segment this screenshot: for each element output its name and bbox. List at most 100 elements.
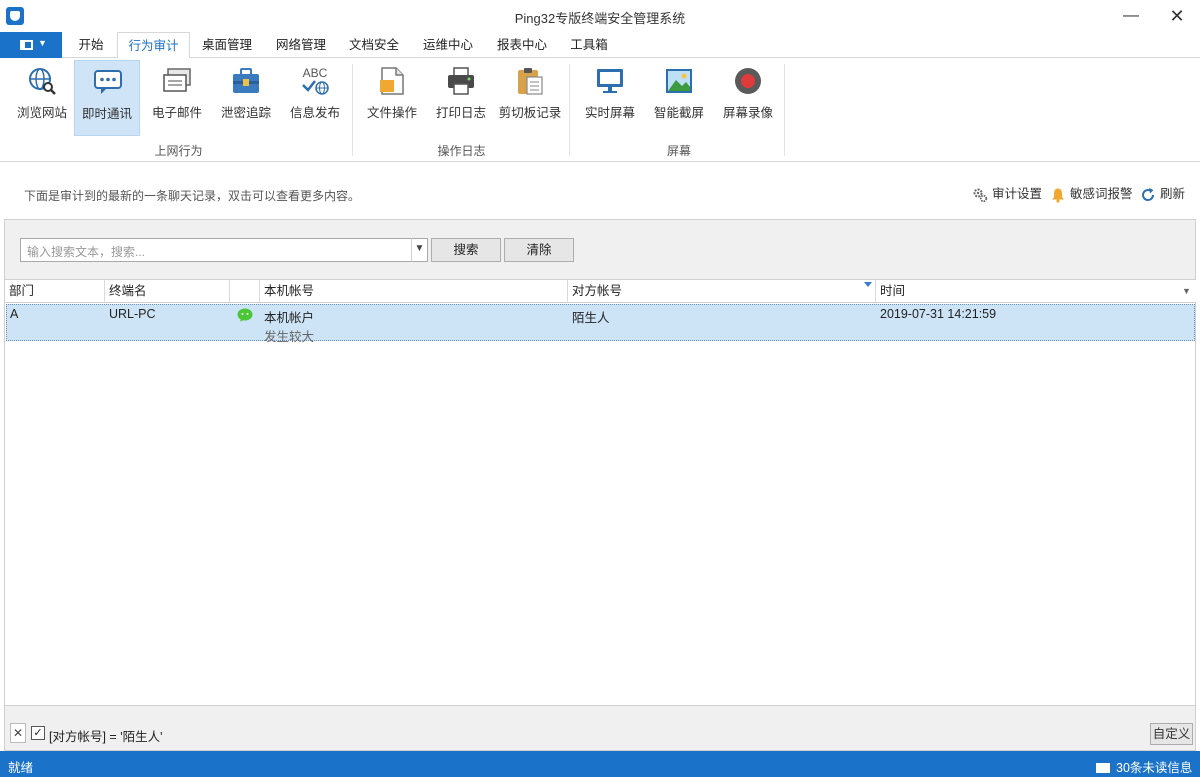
unread-messages-indicator[interactable]: 30条未读信息 bbox=[1096, 757, 1192, 776]
svg-text:ABC: ABC bbox=[303, 66, 328, 80]
ribbon: 浏览网站 即时通讯 电子邮件 泄密追踪 ABC 信息发布 上网行为 文件操作 打… bbox=[0, 58, 1200, 162]
info-publish-label: 信息发布 bbox=[289, 106, 340, 120]
chat-bubble-icon bbox=[94, 70, 122, 94]
printer-icon bbox=[448, 67, 474, 95]
menu-bar: ▼ 开始 行为审计 桌面管理 网络管理 文档安全 运维中心 报表中心 工具箱 bbox=[0, 32, 1200, 59]
browse-website-button[interactable]: 浏览网站 bbox=[9, 60, 75, 136]
search-panel: 输入搜索文本，搜索... ▼ 搜索 清除 bbox=[4, 219, 1196, 279]
file-operation-label: 文件操作 bbox=[366, 106, 417, 120]
leak-tracking-button[interactable]: 泄密追踪 bbox=[213, 60, 279, 136]
cell-terminal: URL-PC bbox=[109, 307, 156, 321]
file-menu-button[interactable]: ▼ bbox=[0, 32, 62, 58]
screen-record-button[interactable]: 屏幕录像 bbox=[715, 60, 781, 136]
menu-icon bbox=[20, 40, 33, 50]
record-icon bbox=[735, 68, 761, 94]
tab-behavior-audit[interactable]: 行为审计 bbox=[117, 32, 190, 59]
instant-messaging-label: 即时通讯 bbox=[81, 107, 132, 121]
tab-document-security[interactable]: 文档安全 bbox=[339, 32, 409, 59]
image-icon bbox=[666, 69, 692, 93]
filter-icon[interactable] bbox=[864, 282, 872, 287]
tab-report-center[interactable]: 报表中心 bbox=[486, 32, 558, 59]
column-header-local-account[interactable]: 本机帐号 bbox=[260, 280, 568, 303]
file-operation-button[interactable]: 文件操作 bbox=[359, 60, 425, 136]
customize-filter-button[interactable]: 自定义 bbox=[1150, 723, 1193, 745]
sort-desc-icon[interactable]: ▼ bbox=[1182, 280, 1191, 302]
cell-local-account: 本机帐户 bbox=[264, 311, 315, 325]
filter-expression[interactable]: [对方帐号] = '陌生人' bbox=[49, 726, 162, 745]
email-icon bbox=[163, 68, 191, 92]
audit-settings-button[interactable]: 审计设置 bbox=[972, 183, 1042, 203]
sensitive-alarm-button[interactable]: 敏感词报警 bbox=[1050, 183, 1133, 203]
minimize-button[interactable]: — bbox=[1108, 0, 1154, 32]
group-label-web-behavior: 上网行为 bbox=[154, 144, 203, 158]
tab-toolbox[interactable]: 工具箱 bbox=[560, 32, 618, 59]
cell-department: A bbox=[10, 307, 19, 321]
cell-time: 2019-07-31 14:21:59 bbox=[880, 307, 997, 321]
clear-filter-button[interactable]: ✕ bbox=[10, 723, 26, 743]
tab-network-management[interactable]: 网络管理 bbox=[265, 32, 337, 59]
message-icon bbox=[1096, 762, 1110, 773]
realtime-screen-button[interactable]: 实时屏幕 bbox=[577, 60, 643, 136]
column-header-remote-account[interactable]: 对方帐号 bbox=[568, 280, 876, 303]
instant-messaging-button[interactable]: 即时通讯 bbox=[74, 60, 140, 136]
wechat-icon bbox=[237, 308, 253, 322]
group-separator bbox=[569, 64, 570, 156]
gears-icon bbox=[973, 188, 988, 202]
info-bar: 下面是审计到的最新的一条聊天记录，双击可以查看更多内容。 审计设置 敏感词报警 … bbox=[0, 163, 1200, 219]
filter-bar: ✕ ✓ [对方帐号] = '陌生人' 自定义 bbox=[4, 705, 1196, 751]
print-log-label: 打印日志 bbox=[435, 106, 486, 120]
globe-search-icon bbox=[29, 68, 56, 95]
chevron-down-icon: ▼ bbox=[38, 38, 47, 48]
clipboard-icon bbox=[518, 68, 543, 95]
search-button[interactable]: 搜索 bbox=[431, 238, 501, 262]
column-header-terminal[interactable]: 终端名 bbox=[105, 280, 230, 303]
smart-screenshot-button[interactable]: 智能截屏 bbox=[646, 60, 712, 136]
group-label-screen: 屏幕 bbox=[666, 144, 691, 158]
refresh-label: 刷新 bbox=[1160, 187, 1186, 201]
monitor-icon bbox=[597, 69, 623, 93]
tab-desktop-management[interactable]: 桌面管理 bbox=[192, 32, 262, 59]
status-ready-text: 就绪 bbox=[8, 761, 34, 775]
cell-message-preview: 发生较大 bbox=[264, 330, 315, 344]
column-header-department[interactable]: 部门 bbox=[5, 280, 105, 303]
column-header-remote-account-label: 对方帐号 bbox=[572, 284, 623, 298]
email-label: 电子邮件 bbox=[151, 106, 202, 120]
info-publish-button[interactable]: ABC 信息发布 bbox=[282, 60, 348, 136]
abc-globe-icon: ABC bbox=[302, 66, 329, 95]
close-button[interactable]: ✕ bbox=[1154, 0, 1200, 32]
info-hint-text: 下面是审计到的最新的一条聊天记录，双击可以查看更多内容。 bbox=[24, 189, 361, 203]
file-icon bbox=[380, 67, 404, 95]
group-label-operation-log: 操作日志 bbox=[437, 144, 486, 158]
search-input[interactable]: 输入搜索文本，搜索... bbox=[20, 238, 412, 262]
clear-button[interactable]: 清除 bbox=[504, 238, 574, 262]
tab-start[interactable]: 开始 bbox=[66, 32, 116, 59]
refresh-button[interactable]: 刷新 bbox=[1140, 183, 1185, 203]
bell-icon bbox=[1052, 188, 1064, 203]
title-bar: Ping32专版终端安全管理系统 — ✕ bbox=[0, 0, 1200, 32]
refresh-icon bbox=[1142, 187, 1155, 201]
chat-record-grid: 部门 终端名 本机帐号 对方帐号 时间 ▼ A URL-PC 本机帐户 陌生人 … bbox=[4, 279, 1196, 705]
column-header-icon[interactable] bbox=[230, 280, 260, 303]
realtime-screen-label: 实时屏幕 bbox=[584, 106, 635, 120]
print-log-button[interactable]: 打印日志 bbox=[428, 60, 494, 136]
clipboard-record-label: 剪切板记录 bbox=[498, 106, 562, 120]
group-separator bbox=[784, 64, 785, 156]
search-history-dropdown[interactable]: ▼ bbox=[411, 238, 428, 262]
sensitive-alarm-label: 敏感词报警 bbox=[1070, 187, 1133, 201]
filter-enable-checkbox[interactable]: ✓ bbox=[31, 726, 45, 740]
email-button[interactable]: 电子邮件 bbox=[144, 60, 210, 136]
tab-ops-center[interactable]: 运维中心 bbox=[412, 32, 484, 59]
column-header-time[interactable]: 时间 ▼ bbox=[876, 280, 1196, 303]
leak-tracking-label: 泄密追踪 bbox=[220, 106, 271, 120]
column-header-time-label: 时间 bbox=[880, 284, 906, 298]
audit-settings-label: 审计设置 bbox=[992, 187, 1043, 201]
briefcase-icon bbox=[233, 68, 259, 93]
cell-remote-account: 陌生人 bbox=[572, 311, 610, 325]
unread-messages-text: 30条未读信息 bbox=[1116, 761, 1193, 775]
table-row[interactable]: A URL-PC 本机帐户 陌生人 2019-07-31 14:21:59 发生… bbox=[6, 304, 1195, 344]
window-title: Ping32专版终端安全管理系统 bbox=[514, 11, 686, 26]
browse-website-label: 浏览网站 bbox=[16, 106, 67, 120]
status-bar: 就绪 30条未读信息 bbox=[0, 751, 1200, 777]
clipboard-record-button[interactable]: 剪切板记录 bbox=[497, 60, 563, 136]
group-separator bbox=[352, 64, 353, 156]
